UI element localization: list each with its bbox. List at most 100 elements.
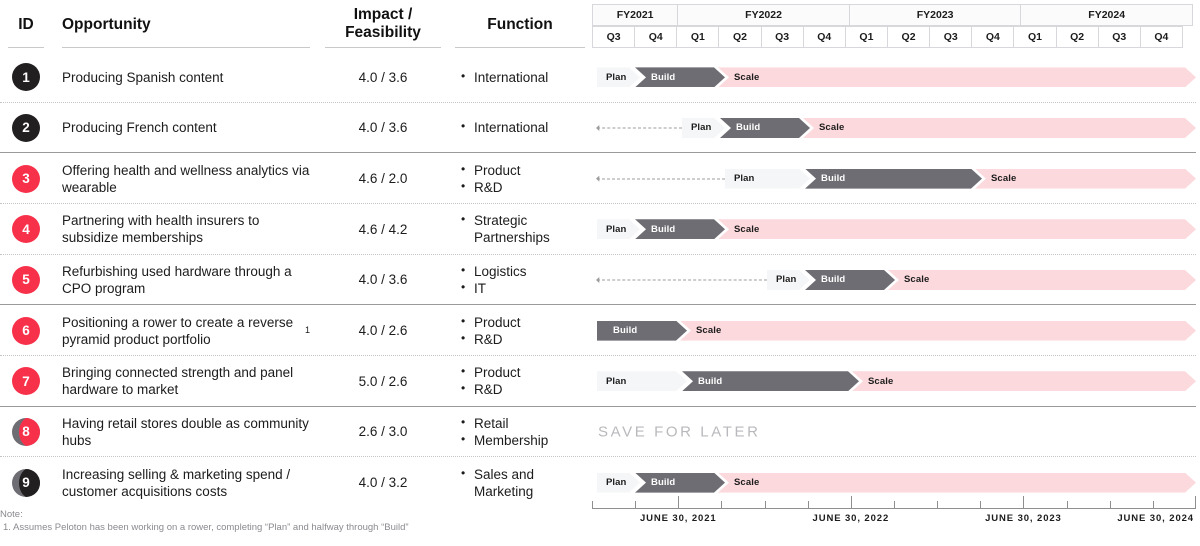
impact-feasibility-cell: 4.0 / 3.6	[358, 69, 408, 85]
phase-label-plan: Plan	[606, 71, 627, 83]
impact-feasibility-cell: 4.6 / 4.2	[358, 221, 408, 237]
axis-tick-major	[850, 496, 852, 508]
opportunity-text: Producing Spanish content	[62, 69, 224, 85]
function-item: Product	[461, 161, 586, 179]
phase-segment-build: Build	[635, 67, 725, 87]
opportunity-text: Increasing selling & marketing spend / c…	[62, 466, 291, 499]
axis-tick-major	[678, 496, 680, 508]
gantt-cell: Plan Build Scale	[592, 153, 1196, 204]
id-cell: 5	[0, 255, 52, 306]
id-cell: 1	[0, 52, 52, 103]
phase-label-plan: Plan	[606, 223, 627, 235]
axis-tick-major	[1023, 496, 1025, 508]
opportunity-cell: Producing Spanish content	[52, 52, 318, 103]
table-row[interactable]: 1 Producing Spanish content 4.0 / 3.6 Inter…	[0, 52, 1200, 103]
function-cell: ProductR&D	[448, 153, 592, 204]
roadmap-chart: ID Opportunity Impact / Feasibility Func…	[0, 0, 1200, 546]
quarter-cell: Q4	[971, 26, 1015, 48]
opportunity-cell: Having retail stores double as community…	[52, 407, 318, 458]
lead-in-line	[597, 178, 725, 180]
quarter-row: Q3 Q4 Q1 Q2 Q3 Q4 Q1 Q2 Q3 Q4 Q1 Q2 Q3 Q4	[592, 26, 1196, 48]
phase-label-plan: Plan	[606, 477, 627, 489]
axis-label: JUNE 30, 2021	[639, 513, 717, 524]
phase-label-build: Build	[821, 173, 846, 185]
impact-feasibility-cell: 4.0 / 3.2	[358, 475, 408, 491]
phase-label-plan: Plan	[776, 274, 797, 286]
phase-label-build: Build	[736, 122, 761, 134]
header-impact-line1: Impact /	[353, 6, 413, 23]
gantt-bar: Plan Build Scale	[592, 219, 1196, 239]
header-rule-opportunity	[62, 47, 310, 48]
function-cell: RetailMembership	[448, 407, 592, 458]
header-rule-score	[325, 47, 441, 48]
fiscal-year-cell: FY2024	[1020, 4, 1193, 26]
save-for-later-label: SAVE FOR LATER	[598, 423, 761, 441]
table-row[interactable]: 3 Offering health and wellness analytics …	[0, 153, 1200, 204]
axis-tick-minor	[721, 501, 723, 508]
id-badge: 6	[12, 316, 40, 345]
quarter-cell: Q3	[592, 26, 636, 48]
phase-segment-plan: Plan	[597, 371, 687, 391]
opportunity-text: Positioning a rower to create a reverse …	[62, 314, 294, 347]
id-badge-number: 6	[22, 323, 30, 339]
opportunity-rows: 1 Producing Spanish content 4.0 / 3.6 Inter…	[0, 52, 1200, 508]
id-badge-number: 5	[22, 272, 30, 288]
function-cell: Sales and Marketing	[448, 457, 592, 508]
id-badge-number: 7	[22, 373, 30, 389]
phase-segment-build: Build	[635, 473, 725, 493]
function-cell: ProductR&D	[448, 356, 592, 407]
opportunity-cell: Refurbishing used hardware through a CPO…	[52, 255, 318, 306]
phase-segment-plan: Plan	[725, 169, 810, 189]
axis-tick-minor	[980, 501, 982, 508]
table-row[interactable]: 6 Positioning a rower to create a reverse…	[0, 305, 1200, 356]
gantt-cell: SAVE FOR LATER	[592, 407, 1196, 458]
opportunity-cell: Increasing selling & marketing spend / c…	[52, 457, 318, 508]
phase-segment-scale: Scale	[680, 321, 1196, 341]
impact-feasibility-cell: 4.6 / 2.0	[358, 171, 408, 187]
gantt-cell: Build Scale	[592, 305, 1196, 356]
axis-line	[592, 508, 1196, 509]
axis-tick-minor	[937, 501, 939, 508]
header-opportunity: Opportunity	[62, 16, 151, 33]
axis-label: JUNE 30, 2022	[812, 513, 890, 524]
phase-segment-scale: Scale	[718, 219, 1196, 239]
table-row[interactable]: 7 Bringing connected strength and panel h…	[0, 356, 1200, 407]
phase-label-plan: Plan	[734, 173, 755, 185]
axis-tick-minor	[1152, 501, 1154, 508]
axis-tick-minor	[1109, 501, 1111, 508]
function-item: Retail	[461, 414, 586, 432]
table-row[interactable]: 8 Having retail stores double as communit…	[0, 407, 1200, 458]
table-row[interactable]: 5 Refurbishing used hardware through a CP…	[0, 255, 1200, 306]
table-row[interactable]: 9 Increasing selling & marketing spend / …	[0, 457, 1200, 508]
impact-feasibility-cell: 5.0 / 2.6	[358, 373, 408, 389]
function-cell: International	[448, 52, 592, 103]
table-row[interactable]: 2 Producing French content 4.0 / 3.6 Intern…	[0, 103, 1200, 154]
function-cell: Strategic Partnerships	[448, 204, 592, 255]
id-cell: 4	[0, 204, 52, 255]
phase-label-build: Build	[651, 71, 676, 83]
phase-label-plan: Plan	[691, 122, 712, 134]
id-cell: 6	[0, 305, 52, 356]
gantt-bar: Plan Build Scale	[592, 473, 1196, 493]
gantt-cell: Plan Build Scale	[592, 356, 1196, 407]
gantt-bar: Plan Build Scale	[592, 118, 1196, 138]
phase-segment-build: Build	[682, 371, 859, 391]
axis-label: JUNE 30, 2024	[1117, 513, 1194, 524]
gantt-bar: Plan Build Scale	[592, 371, 1196, 391]
id-badge-number: 3	[22, 171, 30, 187]
quarter-cell: Q4	[802, 26, 846, 48]
id-badge: 2	[12, 113, 40, 142]
function-cell: ProductR&D	[448, 305, 592, 356]
footnote: Note: 1. Assumes Peloton has been workin…	[0, 508, 560, 534]
phase-segment-scale: Scale	[718, 67, 1196, 87]
quarter-cell: Q3	[929, 26, 973, 48]
id-cell: 8	[0, 407, 52, 458]
function-item: R&D	[461, 178, 586, 196]
phase-segment-plan: Plan	[597, 219, 640, 239]
function-item: R&D	[461, 330, 586, 348]
function-item: Strategic Partnerships	[461, 211, 586, 246]
id-badge: 1	[12, 63, 40, 92]
phase-segment-scale: Scale	[852, 371, 1196, 391]
table-row[interactable]: 4 Partnering with health insurers to subs…	[0, 204, 1200, 255]
fiscal-year-row: FY2021 FY2022 FY2023 FY2024	[592, 4, 1196, 26]
